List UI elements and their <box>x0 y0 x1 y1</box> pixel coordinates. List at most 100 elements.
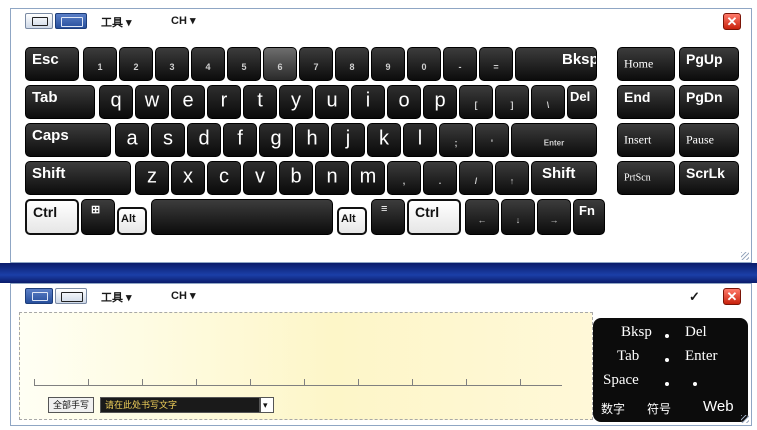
key-i[interactable]: i <box>351 85 385 119</box>
command-delete[interactable]: Del <box>685 324 707 341</box>
key-fn[interactable]: Fn <box>573 199 605 235</box>
key-backspace[interactable]: Bksp <box>515 47 597 81</box>
key-8[interactable]: 8 <box>335 47 369 81</box>
key-right-bracket[interactable]: ] <box>495 85 529 119</box>
key-left-ctrl[interactable]: Ctrl <box>25 199 79 235</box>
key-m[interactable]: m <box>351 161 385 195</box>
key-1[interactable]: 1 <box>83 47 117 81</box>
key-5[interactable]: 5 <box>227 47 261 81</box>
key-equals[interactable]: = <box>479 47 513 81</box>
command-symbols[interactable]: 符号 <box>647 400 671 417</box>
tools-menu[interactable]: 工具 ▾ <box>101 289 132 305</box>
key-7[interactable]: 7 <box>299 47 333 81</box>
command-web[interactable]: Web <box>703 398 734 415</box>
pen-mode-button[interactable] <box>25 288 53 304</box>
key-left-bracket[interactable]: [ <box>459 85 493 119</box>
key-comma[interactable]: , <box>387 161 421 195</box>
command-space[interactable]: Space <box>603 372 639 389</box>
key-enter[interactable]: Enter <box>511 123 597 157</box>
key-k[interactable]: k <box>367 123 401 157</box>
key-insert[interactable]: Insert <box>617 123 675 157</box>
pen-mode-button[interactable] <box>25 13 53 29</box>
command-backspace[interactable]: Bksp <box>621 324 652 341</box>
key-b[interactable]: b <box>279 161 313 195</box>
key-p[interactable]: p <box>423 85 457 119</box>
key-minus[interactable]: - <box>443 47 477 81</box>
key-h[interactable]: h <box>295 123 329 157</box>
key-r[interactable]: r <box>207 85 241 119</box>
key-delete[interactable]: Del <box>567 85 597 119</box>
key-v[interactable]: v <box>243 161 277 195</box>
key-right-alt[interactable]: Alt <box>337 207 367 235</box>
resize-grip-icon[interactable] <box>741 252 749 260</box>
key-w[interactable]: w <box>135 85 169 119</box>
key-backslash[interactable]: \ <box>531 85 565 119</box>
key-caps-lock[interactable]: Caps <box>25 123 111 157</box>
key-windows[interactable]: ⊞ <box>81 199 115 235</box>
key-scroll-lock[interactable]: ScrLk <box>679 161 739 195</box>
close-icon[interactable]: ✕ <box>723 288 741 305</box>
key-t[interactable]: t <box>243 85 277 119</box>
key-left-alt[interactable]: Alt <box>117 207 147 235</box>
chevron-down-icon[interactable]: ▾ <box>260 397 274 413</box>
command-numbers[interactable]: 数字 <box>601 400 625 417</box>
key-y[interactable]: y <box>279 85 313 119</box>
key-9[interactable]: 9 <box>371 47 405 81</box>
key-page-down[interactable]: PgDn <box>679 85 739 119</box>
resize-grip-icon[interactable] <box>741 415 749 423</box>
key-x[interactable]: x <box>171 161 205 195</box>
key-q[interactable]: q <box>99 85 133 119</box>
command-enter[interactable]: Enter <box>685 348 717 365</box>
key-s[interactable]: s <box>151 123 185 157</box>
key-left-shift[interactable]: Shift <box>25 161 131 195</box>
keyboard-mode-button[interactable] <box>55 288 87 304</box>
key-l[interactable]: l <box>403 123 437 157</box>
key-g[interactable]: g <box>259 123 293 157</box>
pen-check-icon[interactable]: ✓ <box>689 289 700 305</box>
key-page-up[interactable]: PgUp <box>679 47 739 81</box>
key-quote[interactable]: ' <box>475 123 509 157</box>
key-left-arrow[interactable]: ← <box>465 199 499 235</box>
writing-pad[interactable]: 全部手写 请在此处书写文字 ▾ <box>19 312 593 420</box>
key-tab[interactable]: Tab <box>25 85 95 119</box>
key-menu[interactable]: ≡ <box>371 199 405 235</box>
key-2[interactable]: 2 <box>119 47 153 81</box>
key-f[interactable]: f <box>223 123 257 157</box>
mode-all-handwriting-button[interactable]: 全部手写 <box>48 397 95 413</box>
key-4[interactable]: 4 <box>191 47 225 81</box>
key-right-ctrl[interactable]: Ctrl <box>407 199 461 235</box>
key-right-shift[interactable]: Shift <box>531 161 597 195</box>
close-icon[interactable]: ✕ <box>723 13 741 30</box>
key-down-arrow[interactable]: ↓ <box>501 199 535 235</box>
key-n[interactable]: n <box>315 161 349 195</box>
key-c[interactable]: c <box>207 161 241 195</box>
key-d[interactable]: d <box>187 123 221 157</box>
key-print-screen[interactable]: PrtScn <box>617 161 675 195</box>
key-end[interactable]: End <box>617 85 675 119</box>
key-e[interactable]: e <box>171 85 205 119</box>
key-period[interactable]: . <box>423 161 457 195</box>
language-menu[interactable]: CH ▾ <box>171 289 195 302</box>
key-j[interactable]: j <box>331 123 365 157</box>
key-home[interactable]: Home <box>617 47 675 81</box>
keyboard-mode-button[interactable] <box>55 13 87 29</box>
key-semicolon[interactable]: ; <box>439 123 473 157</box>
key-a[interactable]: a <box>115 123 149 157</box>
tools-menu[interactable]: 工具 ▾ <box>101 14 132 30</box>
baseline-tick <box>520 379 521 385</box>
key-right-arrow[interactable]: → <box>537 199 571 235</box>
key-u[interactable]: u <box>315 85 349 119</box>
command-tab[interactable]: Tab <box>617 348 639 365</box>
language-menu[interactable]: CH ▾ <box>171 14 195 27</box>
key-esc[interactable]: Esc <box>25 47 79 81</box>
key-slash[interactable]: / <box>459 161 493 195</box>
key-pause[interactable]: Pause <box>679 123 739 157</box>
key-0[interactable]: 0 <box>407 47 441 81</box>
key-z[interactable]: z <box>135 161 169 195</box>
key-3[interactable]: 3 <box>155 47 189 81</box>
key-o[interactable]: o <box>387 85 421 119</box>
key-6[interactable]: 6 <box>263 47 297 81</box>
key-space[interactable] <box>151 199 333 235</box>
mode-hint-field[interactable]: 请在此处书写文字 <box>100 397 260 413</box>
key-up-arrow[interactable]: ↑ <box>495 161 529 195</box>
